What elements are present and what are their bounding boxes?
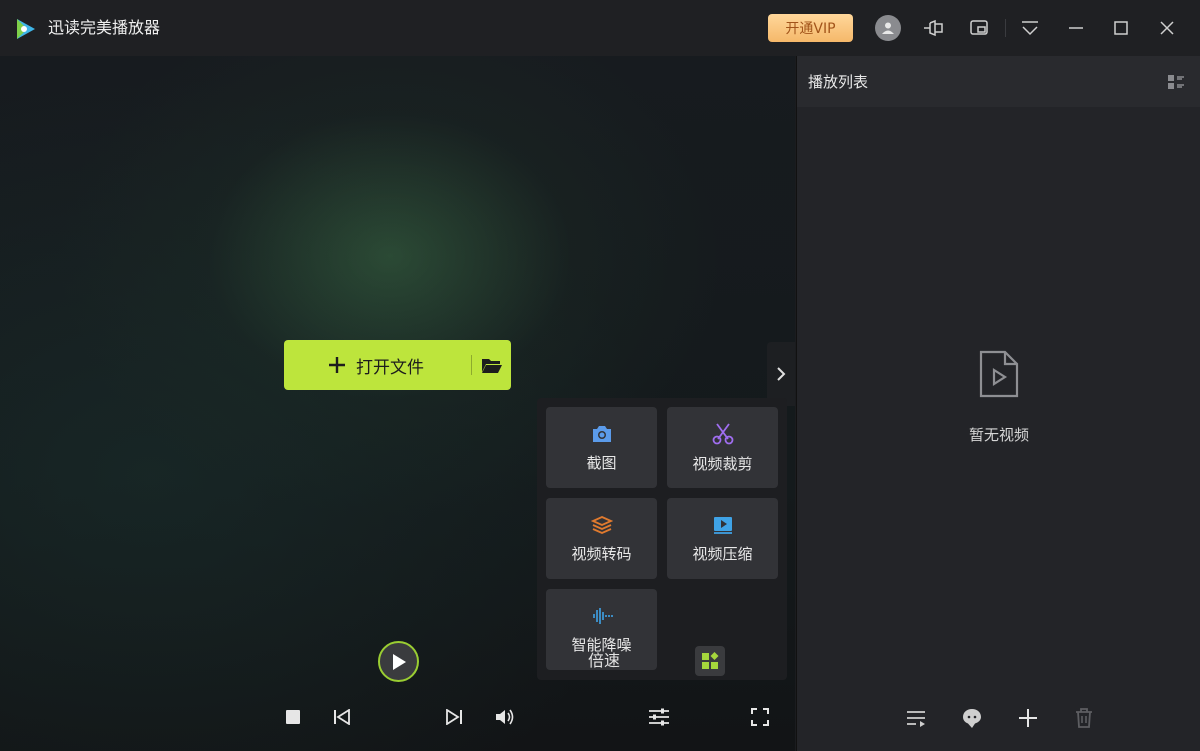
tool-label: 视频压缩 bbox=[692, 544, 753, 563]
close-icon bbox=[1160, 21, 1174, 35]
playlist-play-mode-button[interactable] bbox=[903, 704, 931, 732]
tool-video-compress[interactable]: 视频压缩 bbox=[667, 498, 778, 579]
playlist-view-toggle[interactable] bbox=[1165, 71, 1187, 93]
user-icon bbox=[882, 22, 894, 34]
titlebar-divider bbox=[1005, 19, 1006, 37]
open-file-label: 打开文件 bbox=[356, 357, 424, 378]
play-order-icon bbox=[907, 711, 925, 727]
player-window: 迅读完美播放器 开通VIP 打开文件 截图 视频裁剪 视频转码 视频压缩 智能降… bbox=[0, 0, 1200, 751]
tool-screenshot[interactable]: 截图 bbox=[546, 407, 657, 488]
next-button[interactable] bbox=[443, 705, 465, 729]
skip-previous-icon bbox=[334, 709, 350, 725]
collapse-playlist-button[interactable] bbox=[767, 342, 795, 406]
minimize-button[interactable] bbox=[1062, 14, 1090, 42]
menu-dropdown-button[interactable] bbox=[1016, 14, 1044, 42]
tools-panel: 截图 视频裁剪 视频转码 视频压缩 智能降噪 bbox=[537, 398, 787, 680]
stop-button[interactable] bbox=[282, 705, 304, 729]
playlist-panel: 播放列表 暂无视频 bbox=[796, 56, 1200, 751]
playlist-empty-text: 暂无视频 bbox=[968, 426, 1029, 444]
empty-video-file-icon bbox=[979, 350, 1019, 398]
scissors-icon bbox=[712, 422, 733, 444]
mini-mode-button[interactable] bbox=[965, 14, 993, 42]
picture-in-picture-icon bbox=[970, 20, 988, 35]
tool-video-trim[interactable]: 视频裁剪 bbox=[667, 407, 778, 488]
app-logo-icon bbox=[17, 19, 35, 39]
trash-icon bbox=[1076, 708, 1092, 728]
plus-icon bbox=[329, 357, 345, 373]
tool-label: 视频裁剪 bbox=[692, 454, 753, 473]
open-file-main[interactable]: 打开文件 bbox=[284, 340, 471, 390]
minimize-icon bbox=[1069, 27, 1083, 29]
playlist-feedback-button[interactable] bbox=[958, 704, 986, 732]
adjust-settings-button[interactable] bbox=[646, 705, 672, 729]
playlist-add-button[interactable] bbox=[1014, 704, 1042, 732]
camera-icon bbox=[592, 425, 611, 442]
open-file-button[interactable]: 打开文件 bbox=[284, 340, 511, 390]
chevron-down-icon bbox=[1022, 21, 1038, 36]
folder-icon bbox=[481, 359, 502, 373]
play-icon bbox=[392, 653, 406, 670]
playlist-delete-button[interactable] bbox=[1070, 704, 1098, 732]
playlist-title: 播放列表 bbox=[808, 73, 869, 91]
close-button[interactable] bbox=[1153, 14, 1181, 42]
fullscreen-icon bbox=[751, 708, 769, 726]
avatar bbox=[875, 15, 901, 41]
app-title: 迅读完美播放器 bbox=[48, 18, 161, 37]
tool-label: 截图 bbox=[586, 453, 617, 472]
user-avatar-button[interactable] bbox=[874, 14, 902, 42]
layers-icon bbox=[590, 515, 613, 534]
video-area[interactable]: 打开文件 截图 视频裁剪 视频转码 视频压缩 智能降噪 倍速 bbox=[0, 56, 795, 751]
playlist-header: 播放列表 bbox=[797, 56, 1200, 107]
maximize-button[interactable] bbox=[1107, 14, 1135, 42]
previous-button[interactable] bbox=[331, 705, 353, 729]
volume-icon bbox=[496, 709, 514, 725]
chevron-right-icon bbox=[777, 367, 786, 381]
tool-video-transcode[interactable]: 视频转码 bbox=[546, 498, 657, 579]
sliders-icon bbox=[649, 708, 669, 726]
speed-button[interactable]: 倍速 bbox=[588, 651, 620, 671]
open-folder-button[interactable] bbox=[472, 340, 511, 390]
apps-grid-icon bbox=[702, 652, 719, 669]
maximize-icon bbox=[1114, 21, 1128, 35]
plus-icon bbox=[1019, 709, 1037, 727]
chat-bubble-icon bbox=[963, 709, 981, 728]
skip-next-icon bbox=[446, 709, 462, 725]
title-bar: 迅读完美播放器 开通VIP bbox=[0, 0, 1200, 56]
vip-button[interactable]: 开通VIP bbox=[768, 14, 853, 42]
waveform-icon bbox=[592, 607, 613, 624]
tool-label: 视频转码 bbox=[571, 544, 632, 563]
stop-icon bbox=[286, 710, 300, 724]
volume-button[interactable] bbox=[492, 705, 518, 729]
toolbox-toggle-button[interactable] bbox=[695, 646, 725, 676]
play-button[interactable] bbox=[378, 641, 419, 682]
pin-icon bbox=[924, 19, 943, 37]
fullscreen-button[interactable] bbox=[747, 705, 773, 729]
pin-on-top-button[interactable] bbox=[920, 14, 948, 42]
list-view-icon bbox=[1168, 75, 1184, 89]
video-compress-icon bbox=[713, 516, 732, 534]
